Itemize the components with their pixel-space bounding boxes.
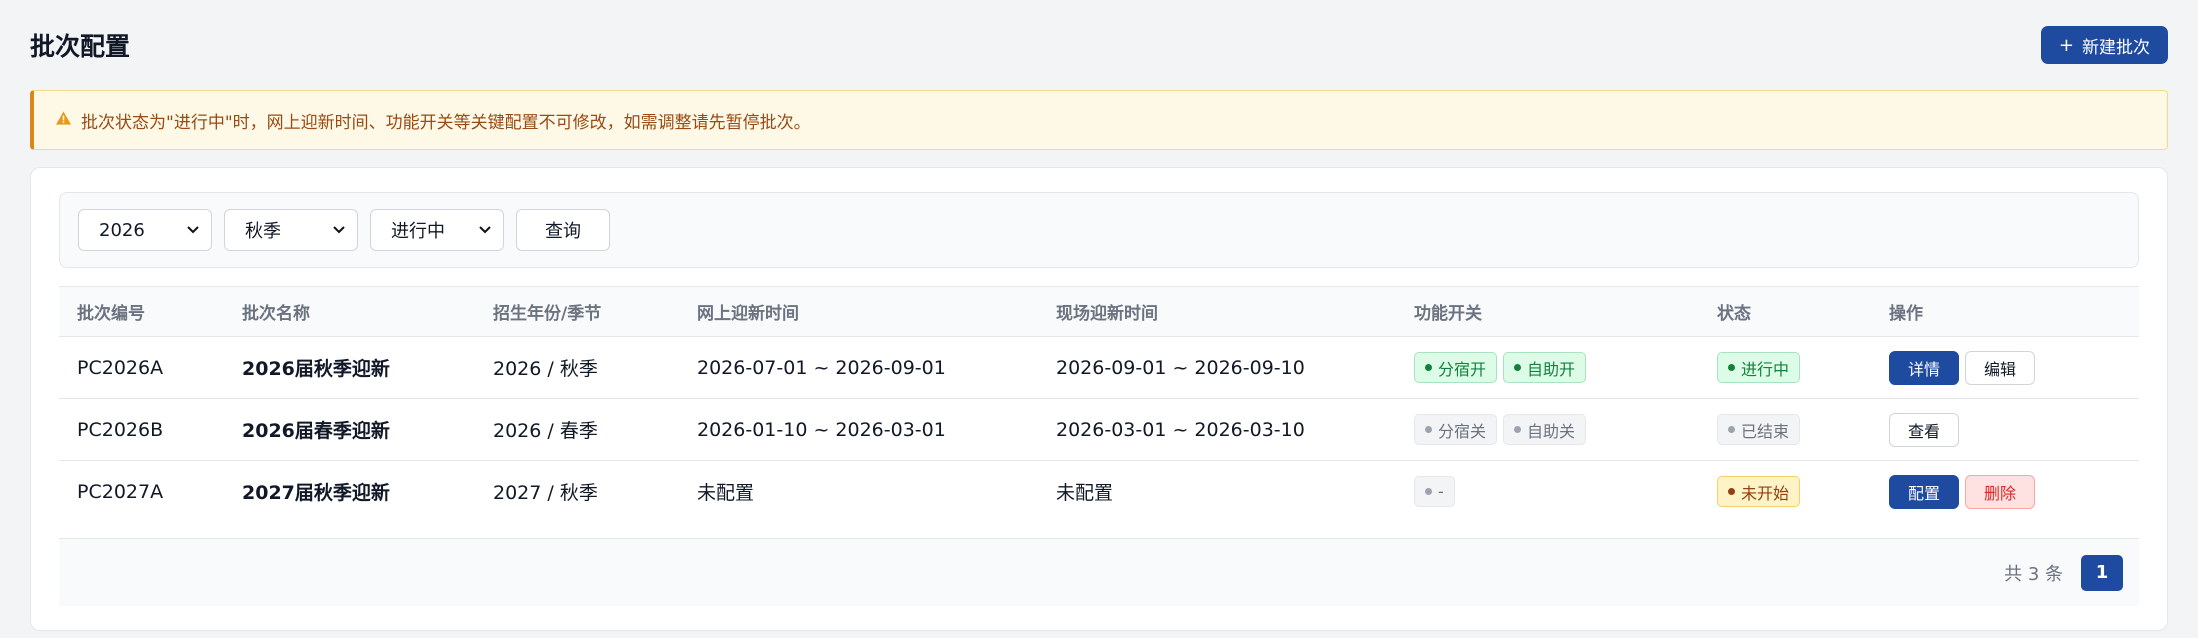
batch-year-season: 2026 / 秋季 bbox=[475, 336, 679, 399]
warning-icon bbox=[56, 111, 71, 129]
online-time: 未配置 bbox=[697, 482, 755, 505]
page-header: 批次配置 + 新建批次 bbox=[30, 0, 2168, 90]
table-row: PC2027A 2027届秋季迎新 2027 / 秋季 未配置 未配置 - 未开… bbox=[59, 461, 2139, 523]
status-badge-label: 进行中 bbox=[1741, 359, 1790, 379]
dot-icon bbox=[1425, 488, 1432, 496]
dot-icon bbox=[1728, 364, 1735, 371]
switch-tag: 分宿关 bbox=[1414, 414, 1498, 445]
batch-id-link[interactable]: PC2026A bbox=[59, 336, 224, 399]
batch-name: 2026届春季迎新 bbox=[224, 398, 475, 461]
total-count: 共 3 条 bbox=[2004, 563, 2063, 585]
switch-tag: - bbox=[1414, 476, 1455, 508]
col-header-onsite-time: 现场迎新时间 bbox=[1038, 286, 1396, 337]
status-cell: 已结束 bbox=[1699, 398, 1871, 461]
batch-name: 2027届秋季迎新 bbox=[242, 482, 390, 505]
view-button[interactable]: 查看 bbox=[1889, 412, 1960, 447]
query-button[interactable]: 查询 bbox=[516, 209, 610, 251]
online-time: 2026-01-10 ~ 2026-03-01 bbox=[679, 398, 1038, 461]
switch-tag: 分宿开 bbox=[1414, 352, 1498, 383]
season-select[interactable]: 秋季 bbox=[224, 209, 358, 251]
dot-icon bbox=[1728, 426, 1735, 433]
switches-cell: 分宿开 自助开 bbox=[1396, 336, 1699, 399]
batch-year-season: 2026 / 春季 bbox=[475, 398, 679, 461]
switch-tag-label: 自助开 bbox=[1527, 359, 1576, 379]
table-row: PC2026A 2026届秋季迎新 2026 / 秋季 2026-07-01 ~… bbox=[59, 336, 2139, 399]
pagination-bar: 共 3 条 1 bbox=[59, 538, 2139, 606]
year-select[interactable]: 2026 bbox=[78, 209, 212, 251]
new-batch-label: 新建批次 bbox=[2082, 37, 2150, 58]
switch-tag-label: 自助关 bbox=[1527, 421, 1576, 441]
dot-icon bbox=[1425, 426, 1432, 433]
status-select[interactable]: 进行中 bbox=[370, 209, 504, 251]
chevron-down-icon bbox=[479, 222, 491, 238]
switch-tag: 自助关 bbox=[1503, 414, 1587, 445]
actions-cell: 配置 删除 bbox=[1871, 461, 2139, 523]
warning-alert: 批次状态为"进行中"时，网上迎新时间、功能开关等关键配置不可修改，如需调整请先暂… bbox=[30, 90, 2168, 150]
batch-name: 2026届秋季迎新 bbox=[224, 336, 475, 399]
status-badge: 未开始 bbox=[1717, 476, 1801, 508]
page-title: 批次配置 bbox=[30, 32, 131, 61]
status-badge-label: 已结束 bbox=[1741, 421, 1790, 441]
plus-icon: + bbox=[2058, 34, 2074, 56]
actions-cell: 查看 bbox=[1871, 398, 2139, 461]
table-row: PC2026B 2026届春季迎新 2026 / 春季 2026-01-10 ~… bbox=[59, 398, 2139, 461]
new-batch-button[interactable]: + 新建批次 bbox=[2040, 26, 2168, 64]
batch-id: PC2026B bbox=[59, 398, 224, 461]
status-cell: 进行中 bbox=[1699, 336, 1871, 399]
filter-bar: 2026 秋季 进行中 查询 bbox=[59, 192, 2139, 268]
batch-config-page: 批次配置 + 新建批次 批次状态为"进行中"时，网上迎新时间、功能开关等关键配置… bbox=[0, 0, 2198, 638]
page-button-current[interactable]: 1 bbox=[2081, 554, 2123, 591]
batch-list-card: 2026 秋季 进行中 查询 批次编号 批次名称 招生年份/季节 网上迎新时间 … bbox=[30, 167, 2168, 631]
col-header-switches: 功能开关 bbox=[1396, 286, 1699, 337]
col-header-year-season: 招生年份/季节 bbox=[475, 286, 679, 337]
table-header-row: 批次编号 批次名称 招生年份/季节 网上迎新时间 现场迎新时间 功能开关 状态 … bbox=[59, 286, 2139, 337]
batch-year-season: 2027 / 秋季 bbox=[493, 482, 598, 505]
detail-button[interactable]: 详情 bbox=[1889, 350, 1960, 385]
col-header-id: 批次编号 bbox=[59, 286, 224, 337]
actions-cell: 详情 编辑 bbox=[1871, 336, 2139, 399]
switch-tag: 自助开 bbox=[1503, 352, 1587, 383]
status-select-value: 进行中 bbox=[391, 221, 445, 242]
switch-tag-label: - bbox=[1438, 482, 1444, 502]
switch-tag-label: 分宿关 bbox=[1438, 421, 1487, 441]
col-header-actions: 操作 bbox=[1871, 286, 2139, 337]
dot-icon bbox=[1425, 364, 1432, 371]
onsite-time: 2026-03-01 ~ 2026-03-10 bbox=[1038, 398, 1396, 461]
col-header-online-time: 网上迎新时间 bbox=[679, 286, 1038, 337]
status-badge: 进行中 bbox=[1717, 352, 1801, 383]
status-cell: 未开始 bbox=[1699, 461, 1871, 523]
edit-button[interactable]: 编辑 bbox=[1965, 350, 2036, 385]
season-select-value: 秋季 bbox=[245, 221, 281, 242]
dot-icon bbox=[1514, 364, 1522, 371]
alert-text: 批次状态为"进行中"时，网上迎新时间、功能开关等关键配置不可修改，如需调整请先暂… bbox=[81, 112, 811, 133]
col-header-status: 状态 bbox=[1699, 286, 1871, 337]
dot-icon bbox=[1514, 426, 1522, 433]
onsite-time: 未配置 bbox=[1056, 482, 1114, 505]
switch-tag-label: 分宿开 bbox=[1438, 359, 1487, 379]
online-time: 2026-07-01 ~ 2026-09-01 bbox=[679, 336, 1038, 399]
year-select-value: 2026 bbox=[99, 219, 145, 241]
onsite-time: 2026-09-01 ~ 2026-09-10 bbox=[1038, 336, 1396, 399]
status-badge-label: 未开始 bbox=[1741, 483, 1790, 503]
status-badge: 已结束 bbox=[1717, 414, 1801, 445]
batch-table: 批次编号 批次名称 招生年份/季节 网上迎新时间 现场迎新时间 功能开关 状态 … bbox=[59, 286, 2139, 523]
configure-button[interactable]: 配置 bbox=[1889, 474, 1960, 509]
delete-button[interactable]: 删除 bbox=[1965, 474, 2036, 509]
chevron-down-icon bbox=[187, 222, 199, 238]
dot-icon bbox=[1728, 488, 1735, 496]
chevron-down-icon bbox=[333, 222, 345, 238]
switches-cell: 分宿关 自助关 bbox=[1396, 398, 1699, 461]
col-header-name: 批次名称 bbox=[224, 286, 475, 337]
switches-cell: - bbox=[1396, 461, 1699, 523]
batch-id: PC2027A bbox=[77, 480, 164, 503]
